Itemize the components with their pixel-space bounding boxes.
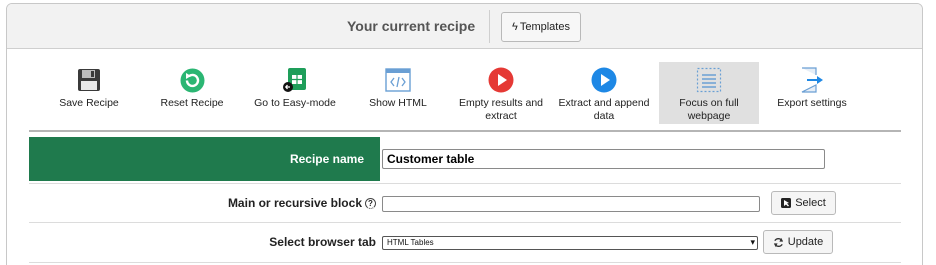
toolbar-divider: [29, 130, 901, 132]
reset-icon: [142, 66, 242, 94]
header-divider: [489, 10, 490, 43]
help-icon[interactable]: ?: [365, 198, 376, 209]
export-settings-button[interactable]: Export settings: [762, 62, 862, 124]
templates-label: Templates: [519, 21, 570, 33]
focus-full-webpage-button[interactable]: Focus on full webpage: [659, 62, 759, 124]
select-block-button[interactable]: Select: [771, 191, 836, 215]
bolt-icon: ϟ: [512, 21, 518, 33]
tool-label: Show HTML: [369, 97, 427, 109]
browser-tab-row: Select browser tab HTML Tables ▾ Update: [29, 223, 901, 263]
block-label-wrap: Main or recursive block?: [29, 184, 376, 222]
export-icon: [762, 66, 862, 94]
tool-label: Reset Recipe: [160, 97, 224, 109]
pointer-icon: [781, 198, 792, 208]
play-blue-icon: [554, 66, 654, 94]
floppy-disk-icon: [39, 66, 139, 94]
tool-label: Focus on full webpage: [679, 97, 739, 122]
browser-tab-label: Select browser tab: [269, 235, 376, 249]
select-label: Select: [795, 197, 826, 209]
full-page-icon: [659, 66, 759, 94]
update-label: Update: [787, 236, 824, 248]
tool-label: Save Recipe: [59, 97, 119, 109]
empty-and-extract-button[interactable]: Empty results and extract: [451, 62, 551, 124]
code-window-icon: [348, 66, 448, 94]
header-title: Your current recipe: [347, 18, 476, 34]
tool-label: Extract and append data: [558, 97, 650, 122]
recipe-name-label: Recipe name: [29, 137, 380, 181]
chevron-down-icon: ▾: [750, 237, 755, 247]
easy-mode-button[interactable]: Go to Easy-mode: [245, 62, 345, 124]
recipe-header: Your current recipe ϟ Templates: [7, 4, 922, 49]
play-red-icon: [451, 66, 551, 94]
tool-label: Go to Easy-mode: [254, 97, 336, 109]
toolbar: Save Recipe Reset Recipe Go to Easy-mode…: [7, 50, 922, 130]
spreadsheet-icon: [245, 66, 345, 94]
recipe-name-input[interactable]: [382, 149, 825, 169]
block-row: Main or recursive block? Select: [29, 183, 901, 223]
block-label: Main or recursive block: [227, 196, 362, 210]
reset-recipe-button[interactable]: Reset Recipe: [142, 62, 242, 124]
tool-label: Export settings: [777, 97, 847, 109]
show-html-button[interactable]: Show HTML: [348, 62, 448, 124]
recipe-name-row: Recipe name: [29, 137, 901, 181]
block-input[interactable]: [382, 196, 760, 212]
templates-button[interactable]: ϟ Templates: [501, 12, 581, 42]
tool-label: Empty results and extract: [458, 97, 544, 122]
recipe-panel: Your current recipe ϟ Templates Save Rec…: [6, 3, 923, 265]
save-recipe-button[interactable]: Save Recipe: [39, 62, 139, 124]
browser-tab-select[interactable]: HTML Tables ▾: [382, 236, 758, 250]
refresh-icon: [773, 237, 783, 247]
browser-tab-value: HTML Tables: [387, 238, 434, 247]
extract-append-button[interactable]: Extract and append data: [554, 62, 654, 124]
update-tabs-button[interactable]: Update: [763, 230, 833, 254]
